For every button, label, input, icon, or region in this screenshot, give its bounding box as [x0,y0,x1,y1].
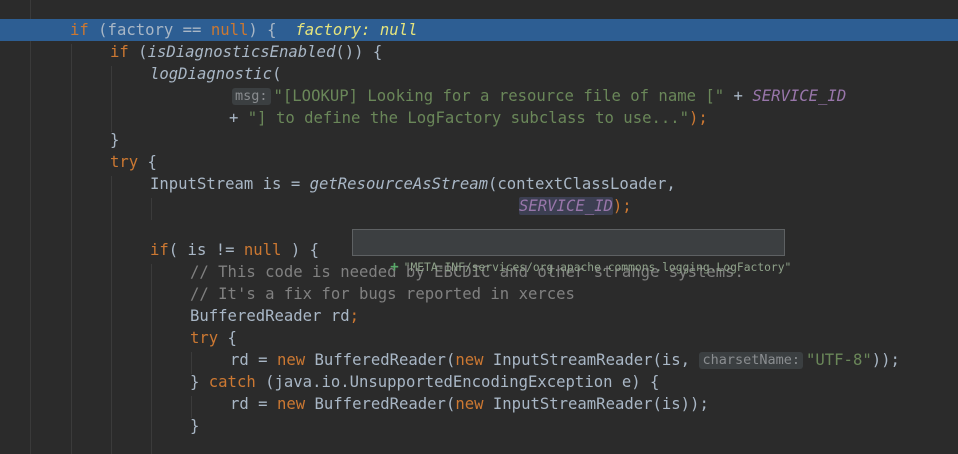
plus-icon[interactable]: + [390,255,398,280]
code-line[interactable]: BufferedReader rd; [0,305,958,327]
code-text: rd = new BufferedReader(new InputStreamR… [230,395,709,413]
code-line[interactable]: rd = new BufferedReader(new InputStreamR… [0,349,958,371]
code-line[interactable]: } [0,129,958,151]
code-text: SERVICE_ID); [519,197,632,215]
code-text: } [110,131,120,149]
parameter-hint: msg: [232,88,271,105]
inline-debug-value: factory: null [295,21,418,39]
highlighted-reference[interactable]: SERVICE_ID [519,197,613,215]
code-line[interactable]: msg: "[LOOKUP] Looking for a resource fil… [0,85,958,107]
code-line[interactable]: + "] to define the LogFactory subclass t… [0,107,958,129]
code-text: try { [190,329,237,347]
code-text: try { [110,153,157,171]
code-text: rd = new BufferedReader(new InputStreamR… [230,351,900,369]
code-line[interactable]: try { [0,327,958,349]
code-text: logDiagnostic( [150,65,282,83]
code-comment: // It's a fix for bugs reported in xerce… [190,285,575,303]
code-text: if (factory == null) { factory: null [70,21,418,39]
code-text: InputStream is = getResourceAsStream(con… [150,175,676,193]
code-line[interactable]: // It's a fix for bugs reported in xerce… [0,283,958,305]
value-tooltip[interactable]: + "META-INF/services/org.apache.commons.l… [352,229,791,275]
code-text: + "] to define the LogFactory subclass t… [229,109,708,127]
parameter-hint: charsetName: [699,352,803,369]
tooltip-value: "META-INF/services/org.apache.commons.lo… [403,261,792,274]
code-text: if (isDiagnosticsEnabled()) { [110,43,383,61]
code-line[interactable]: } [0,415,958,437]
code-text: } catch (java.io.UnsupportedEncodingExce… [190,373,660,391]
code-line[interactable]: logDiagnostic( [0,63,958,85]
code-line-execution-point[interactable]: if (factory == null) { factory: null [0,19,958,41]
code-line[interactable]: try { [0,151,958,173]
code-text: } [190,417,200,435]
code-line[interactable]: rd = new BufferedReader(new InputStreamR… [0,393,958,415]
code-line[interactable]: SERVICE_ID); [0,195,958,217]
code-text: msg: "[LOOKUP] Looking for a resource fil… [232,85,846,107]
code-line[interactable]: if (isDiagnosticsEnabled()) { [0,41,958,63]
code-text: BufferedReader rd; [190,307,359,325]
code-line[interactable]: } catch (java.io.UnsupportedEncodingExce… [0,371,958,393]
code-text: if( is != null ) { [150,241,320,259]
code-editor[interactable]: if (factory == null) { factory: null if … [0,0,958,454]
code-line[interactable]: InputStream is = getResourceAsStream(con… [0,173,958,195]
